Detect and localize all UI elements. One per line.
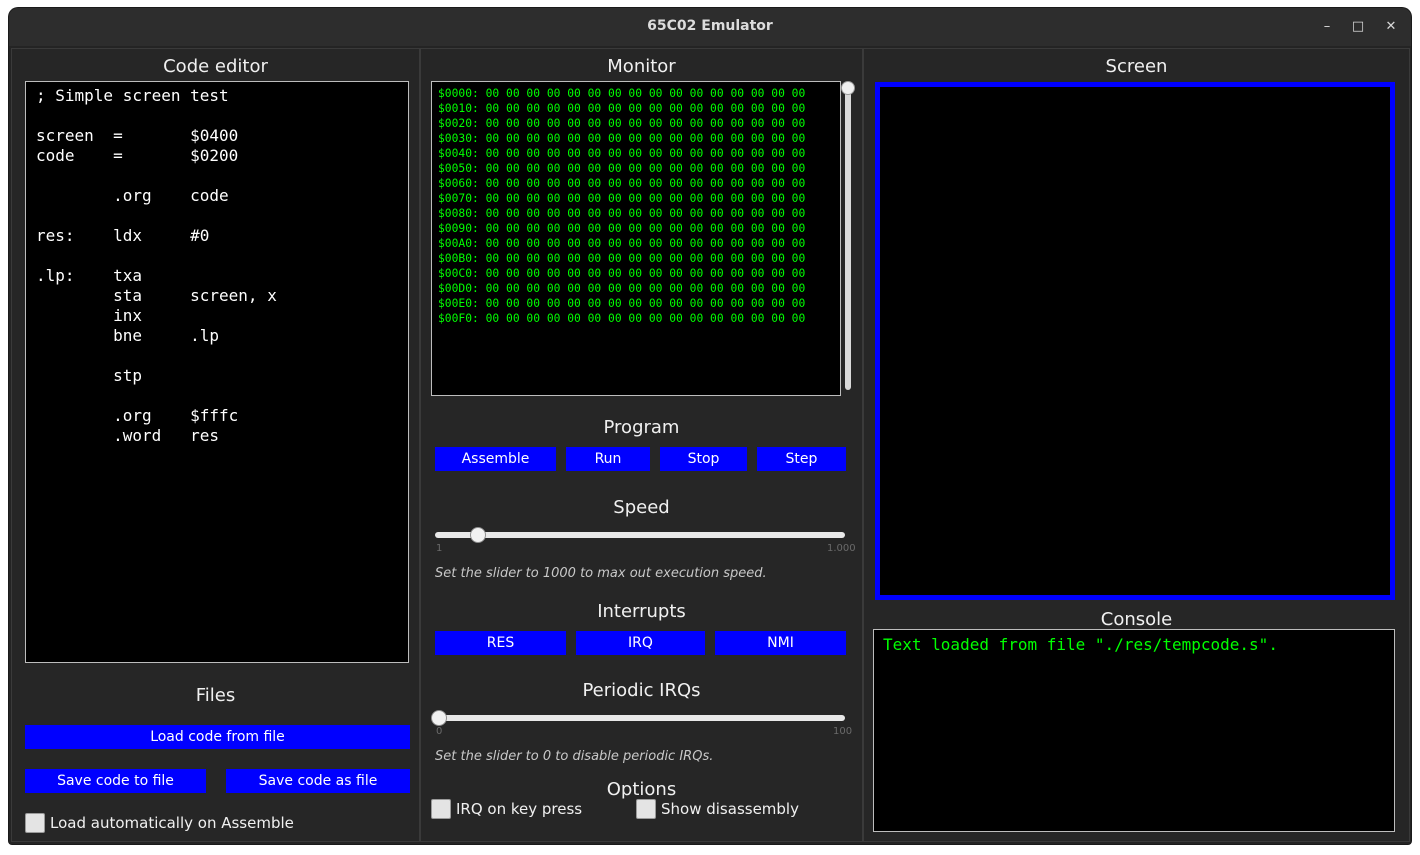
window-title: 65C02 Emulator (647, 18, 773, 34)
stop-button[interactable]: Stop (660, 447, 747, 471)
auto-load-checkbox[interactable]: Load automatically on Assemble (25, 813, 325, 833)
maximize-button[interactable]: □ (1347, 16, 1369, 38)
title-bar[interactable]: 65C02 Emulator – □ ✕ (9, 8, 1411, 46)
control-panel: Monitor $0000: 00 00 00 00 00 00 00 00 0… (420, 48, 863, 842)
code-editor[interactable]: ; Simple screen test screen = $0400 code… (25, 81, 409, 663)
monitor-row: $0040: 00 00 00 00 00 00 00 00 00 00 00 … (438, 147, 806, 160)
memory-monitor[interactable]: $0000: 00 00 00 00 00 00 00 00 00 00 00 … (431, 81, 841, 396)
monitor-row: $00A0: 00 00 00 00 00 00 00 00 00 00 00 … (438, 237, 806, 250)
checkbox-box[interactable] (636, 799, 656, 819)
maximize-icon: □ (1351, 19, 1365, 34)
speed-slider-track[interactable] (435, 532, 845, 538)
periodic-min-label: 0 (436, 726, 443, 737)
close-icon: ✕ (1385, 19, 1397, 34)
files-title: Files (195, 685, 236, 706)
assemble-button[interactable]: Assemble (435, 447, 556, 471)
main-content: Code editor ; Simple screen test screen … (9, 46, 1411, 844)
periodic-hint: Set the slider to 0 to disable periodic … (435, 749, 714, 764)
monitor-row: $0010: 00 00 00 00 00 00 00 00 00 00 00 … (438, 102, 806, 115)
monitor-row: $00F0: 00 00 00 00 00 00 00 00 00 00 00 … (438, 312, 806, 325)
load-code-button[interactable]: Load code from file (25, 725, 410, 749)
step-button[interactable]: Step (757, 447, 846, 471)
nmi-button[interactable]: NMI (715, 631, 846, 655)
save-code-button[interactable]: Save code to file (25, 769, 206, 793)
speed-min-label: 1 (436, 543, 443, 554)
periodic-max-label: 100 (833, 726, 853, 737)
program-title: Program (603, 417, 680, 438)
monitor-row: $0030: 00 00 00 00 00 00 00 00 00 00 00 … (438, 132, 806, 145)
checkbox-box[interactable] (25, 813, 45, 833)
auto-load-label: Load automatically on Assemble (50, 814, 294, 832)
screen-panel: Screen Console Text loaded from file "./… (863, 48, 1410, 842)
irq-key-press-label: IRQ on key press (456, 800, 583, 818)
speed-title: Speed (613, 497, 670, 518)
monitor-scroll-thumb[interactable] (841, 81, 855, 95)
monitor-row: $00D0: 00 00 00 00 00 00 00 00 00 00 00 … (438, 282, 806, 295)
monitor-row: $0090: 00 00 00 00 00 00 00 00 00 00 00 … (438, 222, 806, 235)
speed-slider-thumb[interactable] (470, 527, 487, 543)
minimize-button[interactable]: – (1316, 16, 1338, 38)
options-title: Options (606, 779, 677, 800)
irq-button[interactable]: IRQ (576, 631, 705, 655)
monitor-row: $0000: 00 00 00 00 00 00 00 00 00 00 00 … (438, 87, 806, 100)
irq-key-press-checkbox[interactable]: IRQ on key press (431, 799, 611, 819)
interrupts-title: Interrupts (597, 601, 686, 622)
show-disassembly-checkbox[interactable]: Show disassembly (636, 799, 836, 819)
code-editor-title: Code editor (163, 56, 268, 77)
monitor-row: $0050: 00 00 00 00 00 00 00 00 00 00 00 … (438, 162, 806, 175)
speed-max-label: 1.000 (827, 543, 856, 554)
monitor-row: $0070: 00 00 00 00 00 00 00 00 00 00 00 … (438, 192, 806, 205)
checkbox-box[interactable] (431, 799, 451, 819)
console-title: Console (1100, 609, 1173, 630)
app-window: 65C02 Emulator – □ ✕ Code editor ; Simpl… (9, 8, 1411, 844)
run-button[interactable]: Run (566, 447, 650, 471)
monitor-title: Monitor (607, 56, 676, 77)
save-code-as-button[interactable]: Save code as file (226, 769, 410, 793)
monitor-row: $00E0: 00 00 00 00 00 00 00 00 00 00 00 … (438, 297, 806, 310)
monitor-row: $0080: 00 00 00 00 00 00 00 00 00 00 00 … (438, 207, 806, 220)
periodic-irqs-title: Periodic IRQs (582, 680, 701, 701)
monitor-row: $00B0: 00 00 00 00 00 00 00 00 00 00 00 … (438, 252, 806, 265)
monitor-scrollbar[interactable] (845, 85, 851, 390)
monitor-row: $0060: 00 00 00 00 00 00 00 00 00 00 00 … (438, 177, 806, 190)
monitor-row: $00C0: 00 00 00 00 00 00 00 00 00 00 00 … (438, 267, 806, 280)
res-button[interactable]: RES (435, 631, 566, 655)
periodic-slider-track[interactable] (435, 715, 845, 721)
screen-title: Screen (1105, 56, 1168, 77)
code-editor-panel: Code editor ; Simple screen test screen … (11, 48, 420, 842)
monitor-row: $0020: 00 00 00 00 00 00 00 00 00 00 00 … (438, 117, 806, 130)
emulator-screen[interactable] (875, 82, 1395, 600)
close-button[interactable]: ✕ (1380, 16, 1402, 38)
speed-hint: Set the slider to 1000 to max out execut… (435, 566, 767, 581)
periodic-slider-thumb[interactable] (431, 710, 447, 726)
show-disassembly-label: Show disassembly (661, 800, 799, 818)
console-output[interactable]: Text loaded from file "./res/tempcode.s"… (873, 629, 1395, 832)
minimize-icon: – (1323, 19, 1331, 34)
